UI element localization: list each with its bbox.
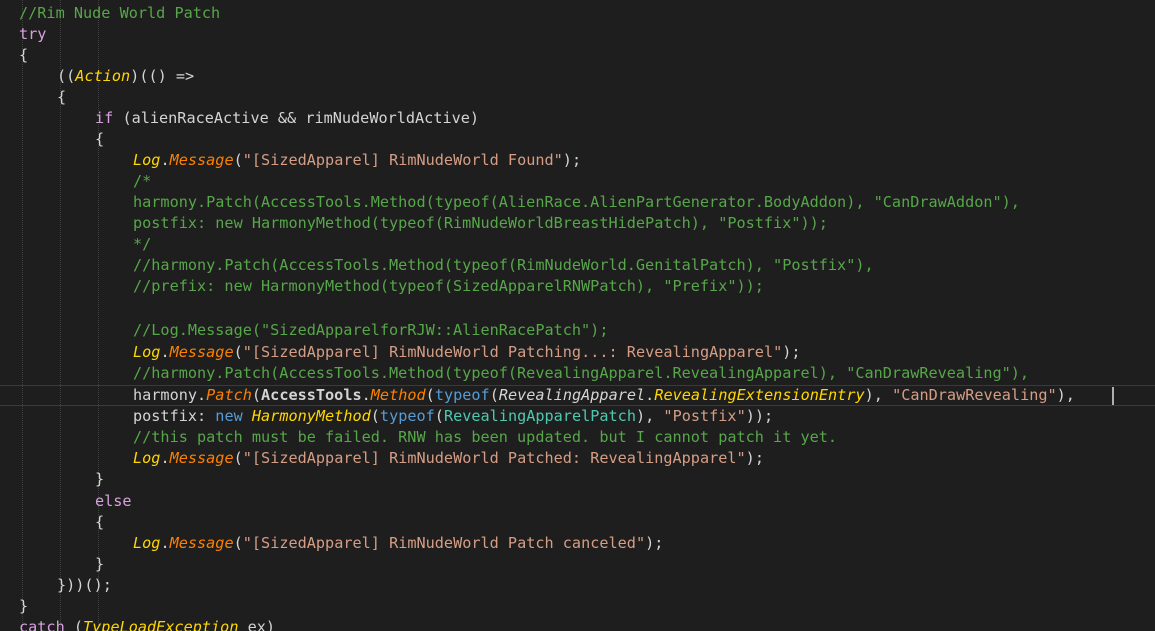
code-editor[interactable]: //Rim Nude World Patch try { ((Action)((…	[0, 0, 1155, 631]
code-line: postfix: new HarmonyMethod(typeof(Reveal…	[133, 407, 774, 425]
text-cursor	[1112, 387, 1114, 405]
code-line: try	[19, 25, 47, 43]
code-line: Log.Message("[SizedApparel] RimNudeWorld…	[133, 343, 801, 361]
code-line: }	[95, 555, 105, 573]
indent-guide	[22, 0, 23, 631]
code-line: /*	[133, 172, 152, 190]
code-line: else	[95, 492, 132, 510]
code-line: }	[19, 597, 29, 615]
code-line: if (alienRaceActive && rimNudeWorldActiv…	[95, 109, 480, 127]
code-line: //this patch must be failed. RNW has bee…	[133, 428, 838, 446]
code-line: ((Action)(() =>	[57, 67, 195, 85]
code-line: harmony.Patch(AccessTools.Method(typeof(…	[133, 193, 1020, 211]
code-line: catch (TypeLoadException ex)	[19, 618, 276, 631]
code-line: //Rim Nude World Patch	[19, 4, 221, 22]
code-line: //harmony.Patch(AccessTools.Method(typeo…	[133, 364, 1030, 382]
code-line: }	[95, 470, 105, 488]
code-line: Log.Message("[SizedApparel] RimNudeWorld…	[133, 534, 664, 552]
code-line: Log.Message("[SizedApparel] RimNudeWorld…	[133, 151, 582, 169]
code-line: {	[95, 130, 105, 148]
code-line: //Log.Message("SizedApparelforRJW::Alien…	[133, 321, 609, 339]
code-line: //prefix: new HarmonyMethod(typeof(Sized…	[133, 277, 764, 295]
code-line: //harmony.Patch(AccessTools.Method(typeo…	[133, 256, 874, 274]
code-line-current: harmony.Patch(AccessTools.Method(typeof(…	[133, 386, 1075, 404]
code-line: postfix: new HarmonyMethod(typeof(RimNud…	[133, 214, 828, 232]
code-line: */	[133, 235, 152, 253]
code-line: {	[57, 88, 67, 106]
indent-guide	[98, 0, 99, 631]
code-line: {	[19, 46, 29, 64]
code-line: }))();	[57, 576, 112, 594]
code-line: Log.Message("[SizedApparel] RimNudeWorld…	[133, 449, 764, 467]
code-line: {	[95, 513, 105, 531]
